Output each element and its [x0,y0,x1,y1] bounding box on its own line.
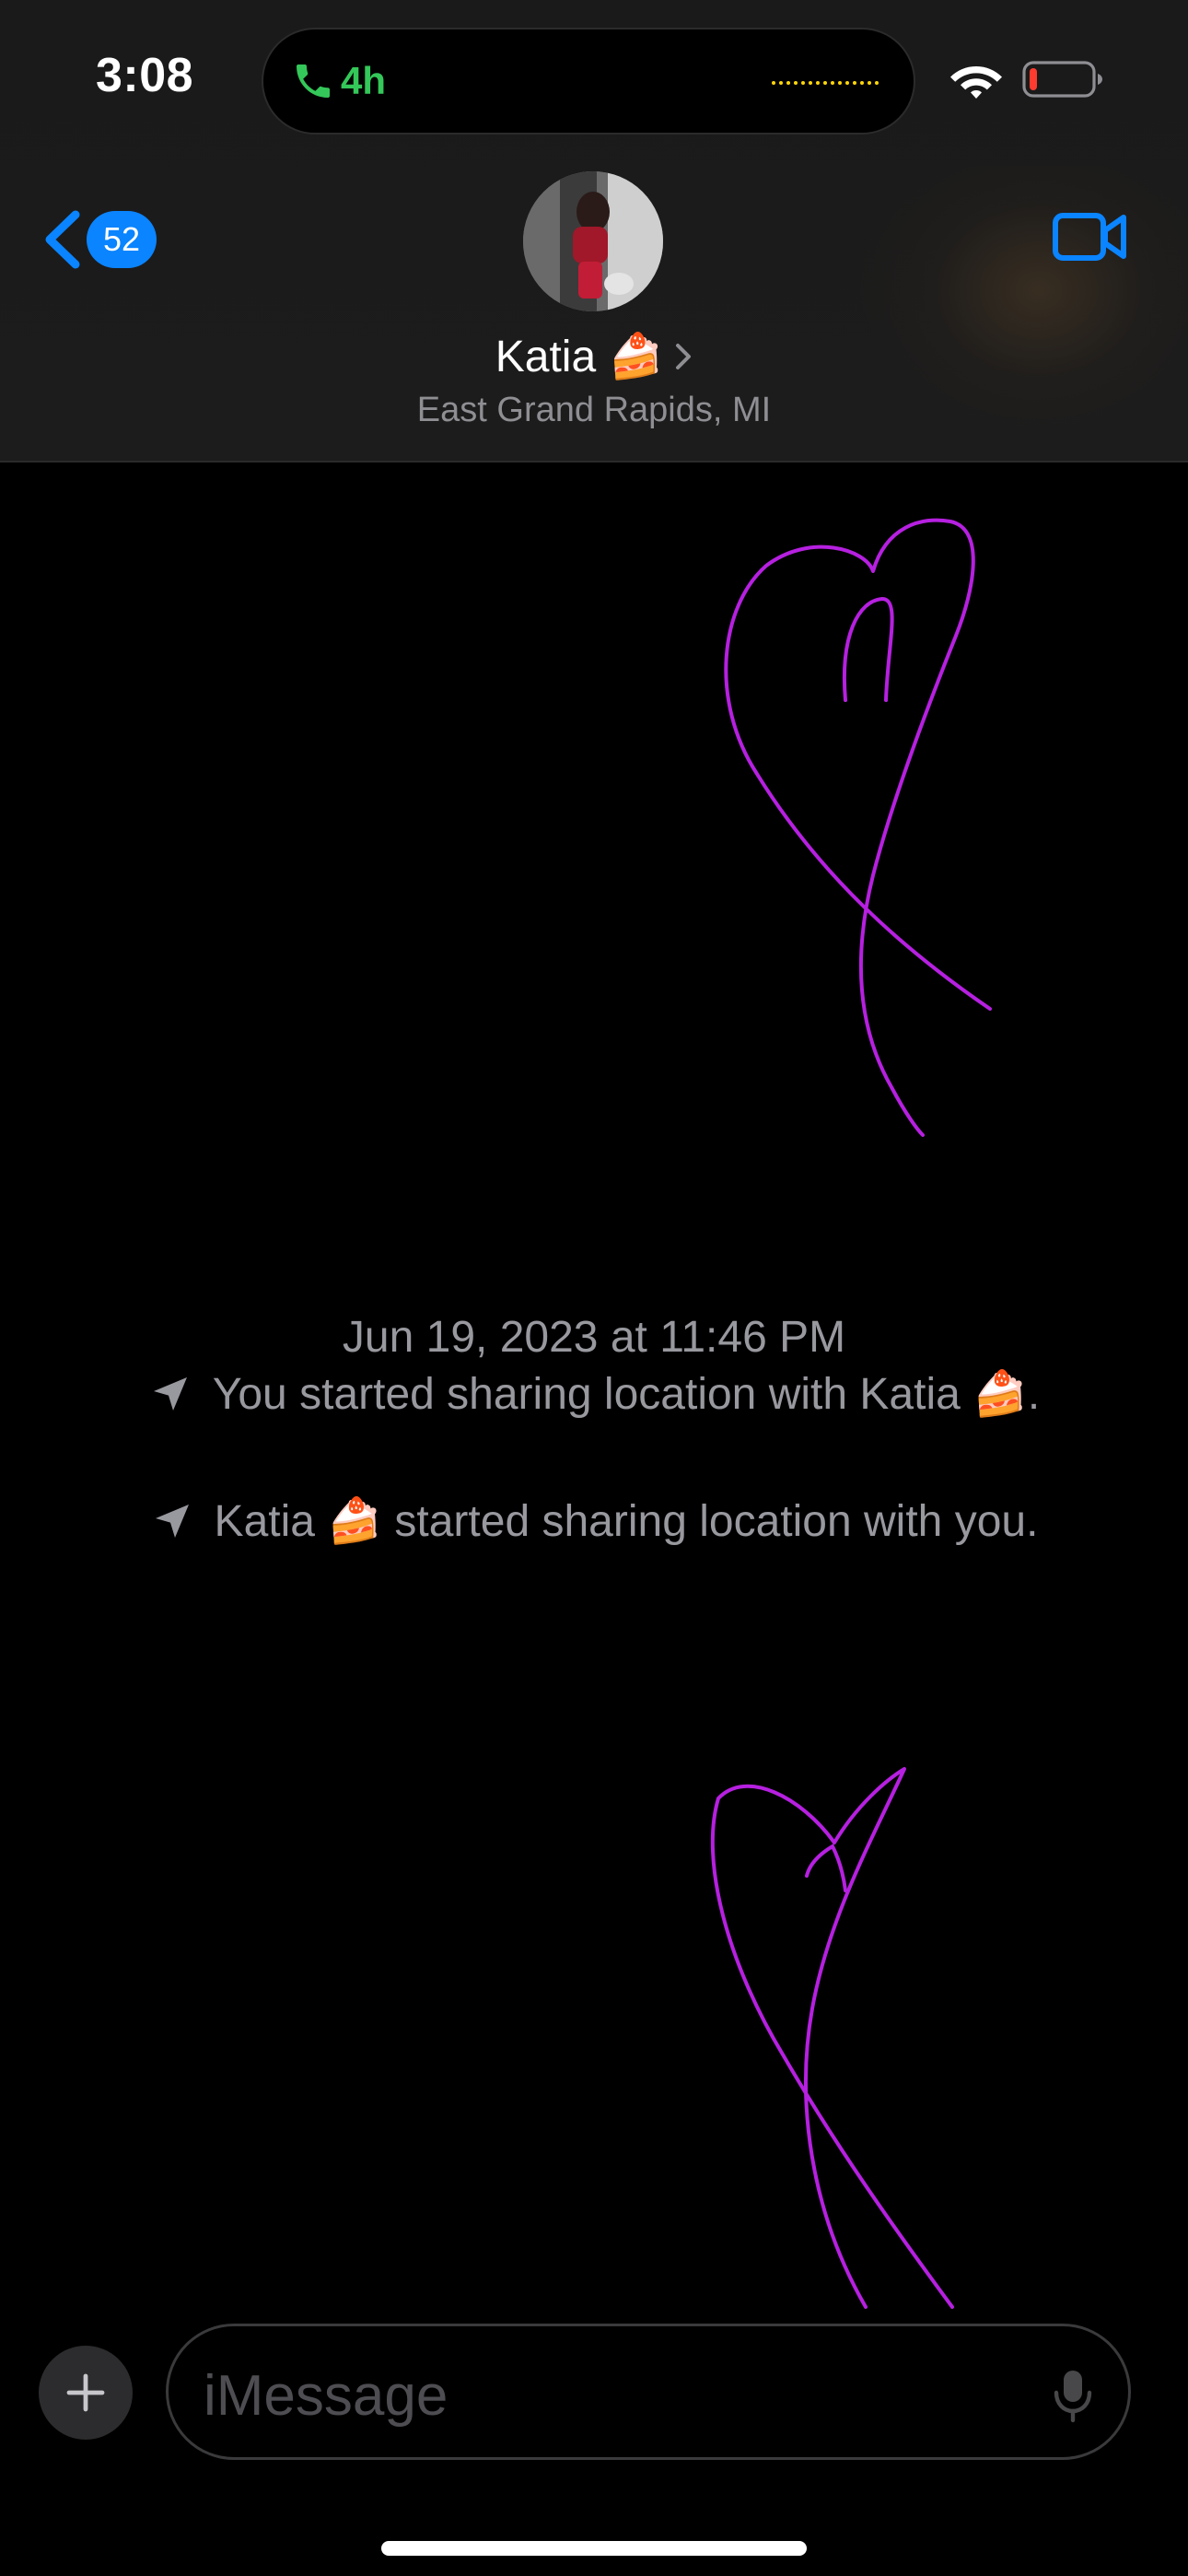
dynamic-island-call[interactable]: 4h [262,28,915,135]
audio-waveform-icon [772,81,879,85]
facetime-video-icon[interactable] [1052,208,1129,265]
contact-name: Katia 🍰 [495,333,664,381]
home-indicator[interactable] [381,2541,807,2556]
chevron-right-icon [676,343,692,369]
timestamp-time: 11:46 PM [659,1313,846,1362]
timestamp-date: Jun 19, 2023 [342,1313,599,1362]
location-event-text: You started sharing location with Katia … [212,1370,1041,1419]
avatar-photo-icon [523,171,663,311]
wifi-icon [950,66,1002,99]
timestamp-connector: at [610,1313,647,1362]
location-event-text: Katia 🍰 started sharing location with yo… [214,1497,1039,1546]
location-arrow-icon [155,1504,189,1538]
imessage-placeholder: iMessage [204,2364,448,2428]
unread-count-badge: 52 [87,211,157,268]
apps-plus-button[interactable] [39,2346,133,2440]
message-timestamp: Jun 19, 2023 at 11:46 PM [0,1312,1188,1363]
imessage-input[interactable]: iMessage [166,2324,1131,2460]
contact-avatar[interactable] [523,171,663,311]
contact-name-button[interactable]: Katia 🍰 [0,330,1188,382]
plus-icon [66,2373,105,2412]
phone-icon [297,64,330,98]
microphone-icon[interactable] [1053,2367,1093,2424]
location-sharing-event: Katia 🍰 started sharing location with yo… [0,1494,1188,1547]
call-duration: 4h [341,59,387,102]
back-button[interactable]: 52 [41,203,157,276]
location-sharing-event: You started sharing location with Katia … [0,1367,1188,1420]
contact-location: East Grand Rapids, MI [416,391,772,429]
location-arrow-icon [153,1376,187,1411]
chevron-left-icon [45,210,80,269]
digital-touch-sketch-heart[interactable] [681,1751,995,2322]
digital-touch-sketch-heart[interactable] [700,498,1013,1142]
status-time: 3:08 [96,49,194,102]
battery-icon [1022,61,1102,98]
